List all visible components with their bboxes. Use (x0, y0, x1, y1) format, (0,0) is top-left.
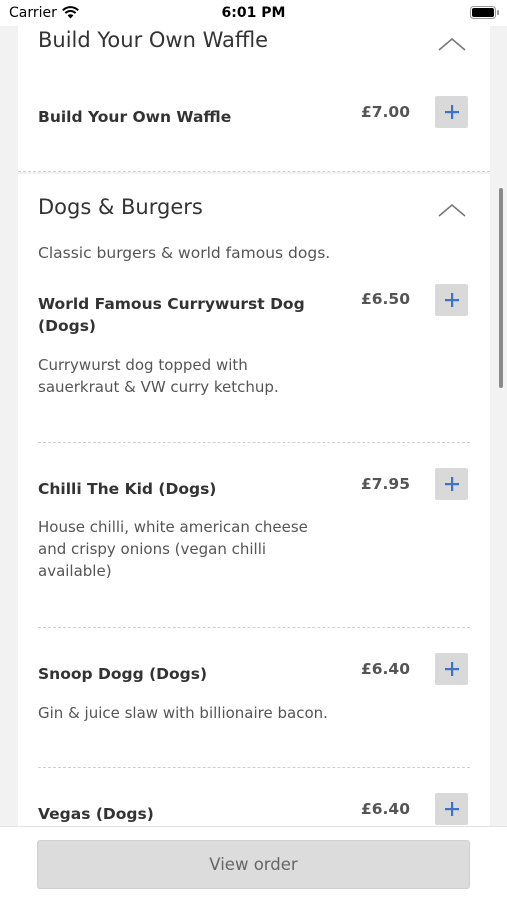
add-item-button[interactable] (435, 653, 468, 685)
divider (38, 442, 470, 443)
add-item-button[interactable] (435, 96, 468, 128)
menu-item-price: £7.00 (360, 103, 410, 121)
section-title-dogs: Dogs & Burgers (38, 195, 203, 219)
menu-item-description: Currywurst dog topped with sauerkraut & … (38, 356, 279, 396)
divider (38, 627, 470, 628)
menu-item-description: Gin & juice slaw with billionaire bacon. (38, 704, 328, 722)
section-card-dogs: Dogs & Burgers Classic burgers & world f… (18, 174, 490, 834)
menu-item-name: Build Your Own Waffle (38, 108, 232, 126)
plus-icon (444, 105, 459, 119)
plus-icon (444, 662, 459, 676)
battery-icon (470, 6, 499, 19)
plus-icon (444, 293, 459, 307)
section-title-waffle: Build Your Own Waffle (38, 28, 269, 52)
footer-bar: View order (0, 826, 507, 900)
view-order-button[interactable]: View order (37, 840, 470, 889)
section-description: Classic burgers & world famous dogs. (38, 244, 331, 262)
plus-icon (444, 477, 459, 491)
add-item-button[interactable] (435, 468, 468, 500)
menu-item-price: £6.50 (360, 290, 410, 308)
status-time: 6:01 PM (221, 5, 286, 21)
menu-item-name: World Famous Currywurst Dog (Dogs) (38, 295, 305, 335)
add-item-button[interactable] (435, 284, 468, 316)
scrollbar[interactable] (499, 188, 503, 388)
menu-item-price: £6.40 (360, 660, 410, 678)
divider (38, 767, 470, 768)
status-bar: Carrier 6:01 PM (0, 0, 507, 26)
chevron-up-icon[interactable] (437, 36, 467, 52)
menu-item-description: House chilli, white american cheese and … (38, 518, 308, 580)
menu-item-price: £6.40 (360, 800, 410, 818)
menu-item-name: Snoop Dogg (Dogs) (38, 665, 208, 683)
divider (18, 171, 490, 172)
plus-icon (444, 802, 459, 816)
menu-item-name: Chilli The Kid (Dogs) (38, 480, 217, 498)
menu-item-price: £7.95 (360, 475, 410, 493)
chevron-up-icon[interactable] (437, 202, 467, 218)
menu-item-name: Vegas (Dogs) (38, 805, 154, 823)
add-item-button[interactable] (435, 793, 468, 825)
